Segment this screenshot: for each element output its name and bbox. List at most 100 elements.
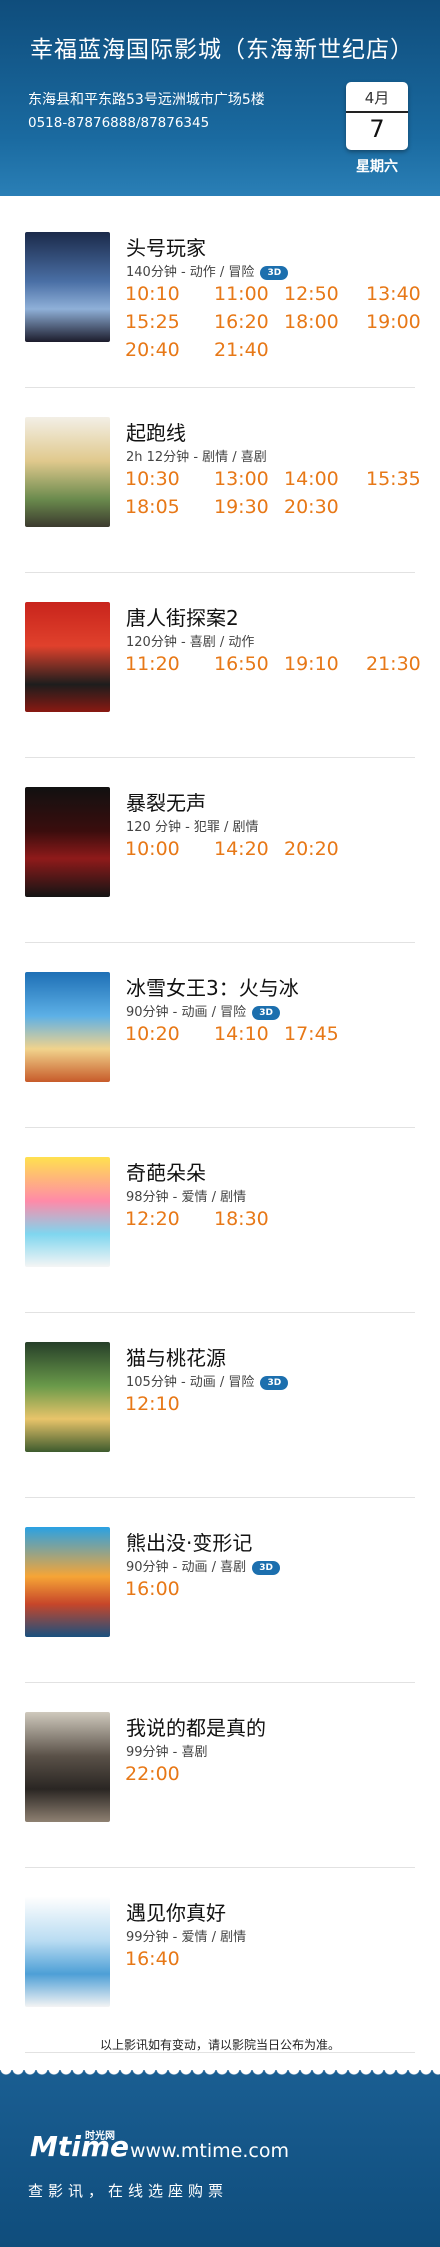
movie-title[interactable]: 遇见你真好 [126, 1897, 226, 1926]
movie-title[interactable]: 熊出没·变形记 [126, 1527, 252, 1556]
showtime[interactable]: 11:20 [125, 653, 180, 675]
showtime[interactable]: 22:00 [125, 1763, 180, 1785]
showtime[interactable]: 10:20 [125, 1023, 180, 1045]
showtime[interactable]: 11:00 [214, 283, 269, 305]
movie-title[interactable]: 猫与桃花源 [126, 1342, 226, 1371]
movie-meta-text: 140分钟 - 动作 / 冒险 [126, 265, 255, 280]
showtime[interactable]: 20:40 [125, 339, 180, 361]
movie-meta-text: 105分钟 - 动画 / 冒险 [126, 1375, 255, 1390]
movie-poster[interactable] [25, 1157, 110, 1267]
movie-item[interactable]: 猫与桃花源 105分钟 - 动画 / 冒险 3D 12:10 [0, 1342, 440, 1527]
showtime[interactable]: 19:00 [366, 311, 421, 333]
movie-meta-text: 99分钟 - 喜剧 [126, 1745, 208, 1760]
ticket-edge-bottom [0, 2069, 440, 2081]
header: 幸福蓝海国际影城（东海新世纪店） 东海县和平东路53号远洲城市广场5楼 0518… [0, 0, 440, 202]
footer-slogan: 查影讯，在线选座购票 [28, 2182, 229, 2200]
movie-poster[interactable] [25, 417, 110, 527]
showtime[interactable]: 12:20 [125, 1208, 180, 1230]
movie-item[interactable]: 熊出没·变形记 90分钟 - 动画 / 喜剧 3D 16:00 [0, 1527, 440, 1712]
movie-poster[interactable] [25, 1527, 110, 1637]
showtime[interactable]: 16:20 [214, 311, 269, 333]
movie-title[interactable]: 奇葩朵朵 [126, 1157, 206, 1186]
badge-3d-icon: 3D [260, 1375, 289, 1390]
movie-meta-text: 90分钟 - 动画 / 冒险 [126, 1005, 247, 1020]
movie-meta: 90分钟 - 动画 / 喜剧 3D [126, 1556, 281, 1575]
movie-item[interactable]: 遇见你真好 99分钟 - 爱情 / 剧情 16:40 [0, 1897, 440, 2082]
movie-title[interactable]: 唐人街探案2 [126, 602, 239, 631]
movie-item[interactable]: 唐人街探案2 120分钟 - 喜剧 / 动作 11:20 16:50 19:10 21:3… [0, 602, 440, 787]
movie-item[interactable]: 头号玩家 140分钟 - 动作 / 冒险 3D 10:10 11:00 12:50 13:4… [0, 232, 440, 417]
showtime[interactable]: 21:40 [214, 339, 269, 361]
movie-poster[interactable] [25, 232, 110, 342]
movie-title[interactable]: 暴裂无声 [126, 787, 206, 816]
movie-meta: 120分钟 - 喜剧 / 动作 [126, 631, 254, 650]
divider [25, 1867, 415, 1868]
showtime[interactable]: 18:05 [125, 496, 180, 518]
movie-poster[interactable] [25, 972, 110, 1082]
movie-poster[interactable] [25, 1897, 110, 2007]
showtime[interactable]: 12:50 [284, 283, 339, 305]
showtime[interactable]: 18:30 [214, 1208, 269, 1230]
showtime[interactable]: 15:35 [366, 468, 421, 490]
badge-3d-icon: 3D [252, 1560, 281, 1575]
showtime[interactable]: 19:10 [284, 653, 339, 675]
movie-meta-text: 99分钟 - 爱情 / 剧情 [126, 1930, 247, 1945]
showtime[interactable]: 21:30 [366, 653, 421, 675]
movie-meta-text: 120分钟 - 喜剧 / 动作 [126, 635, 255, 650]
badge-3d-icon: 3D [260, 265, 289, 280]
movie-title[interactable]: 冰雪女王3：火与冰 [126, 972, 299, 1001]
movie-meta-text: 98分钟 - 爱情 / 剧情 [126, 1190, 247, 1205]
badge-3d-icon: 3D [252, 1005, 281, 1020]
showtime[interactable]: 17:45 [284, 1023, 339, 1045]
ticket-edge-top [0, 190, 440, 202]
divider [25, 942, 415, 943]
footer: Mtime 时光网 www.mtime.com 查影讯，在线选座购票 [0, 2069, 440, 2247]
movie-item[interactable]: 冰雪女王3：火与冰 90分钟 - 动画 / 冒险 3D 10:20 14:10 17:45 [0, 972, 440, 1157]
logo-cn-text: 时光网 [85, 2131, 115, 2142]
date-month: 4月 [364, 89, 390, 107]
movie-item[interactable]: 暴裂无声 120 分钟 - 犯罪 / 剧情 10:00 14:20 20:20 [0, 787, 440, 972]
showtime[interactable]: 10:00 [125, 838, 180, 860]
showtime[interactable]: 20:30 [284, 496, 339, 518]
showtime[interactable]: 16:40 [125, 1948, 180, 1970]
showtime[interactable]: 13:40 [366, 283, 421, 305]
showtime[interactable]: 19:30 [214, 496, 269, 518]
showtime[interactable]: 13:00 [214, 468, 269, 490]
movie-item[interactable]: 我说的都是真的 99分钟 - 喜剧 22:00 [0, 1712, 440, 1897]
movie-title[interactable]: 头号玩家 [126, 232, 206, 261]
movie-poster[interactable] [25, 787, 110, 897]
site-url[interactable]: www.mtime.com [130, 2140, 289, 2162]
movie-meta-text: 120 分钟 - 犯罪 / 剧情 [126, 820, 259, 835]
movie-poster[interactable] [25, 602, 110, 712]
divider [25, 757, 415, 758]
movie-item[interactable]: 起跑线 2h 12分钟 - 剧情 / 喜剧 10:30 13:00 14:00 15:35… [0, 417, 440, 602]
showtime[interactable]: 10:30 [125, 468, 180, 490]
showtime[interactable]: 18:00 [284, 311, 339, 333]
showtime[interactable]: 14:00 [284, 468, 339, 490]
showtime[interactable]: 20:20 [284, 838, 339, 860]
date-day: 7 [369, 115, 385, 143]
movie-meta: 2h 12分钟 - 剧情 / 喜剧 [126, 446, 267, 465]
movie-meta: 90分钟 - 动画 / 冒险 3D [126, 1001, 281, 1020]
movie-meta: 140分钟 - 动作 / 冒险 3D [126, 261, 289, 280]
movie-meta: 99分钟 - 喜剧 [126, 1741, 208, 1760]
cinema-phone: 0518-87876888/87876345 [28, 115, 210, 131]
movie-item[interactable]: 奇葩朵朵 98分钟 - 爱情 / 剧情 12:20 18:30 [0, 1157, 440, 1342]
showtime[interactable]: 10:10 [125, 283, 180, 305]
movie-poster[interactable] [25, 1712, 110, 1822]
showtime[interactable]: 15:25 [125, 311, 180, 333]
cinema-name: 幸福蓝海国际影城（东海新世纪店） [30, 37, 414, 63]
showtime[interactable]: 14:20 [214, 838, 269, 860]
showtime[interactable]: 16:50 [214, 653, 269, 675]
showtime[interactable]: 16:00 [125, 1578, 180, 1600]
movie-title[interactable]: 起跑线 [126, 417, 186, 446]
movie-title[interactable]: 我说的都是真的 [126, 1712, 266, 1741]
movie-meta: 98分钟 - 爱情 / 剧情 [126, 1186, 246, 1205]
showtime[interactable]: 14:10 [214, 1023, 269, 1045]
calendar-divider [346, 111, 408, 113]
divider [25, 1127, 415, 1128]
showtime[interactable]: 12:10 [125, 1393, 180, 1415]
movie-poster[interactable] [25, 1342, 110, 1452]
movie-meta: 105分钟 - 动画 / 冒险 3D [126, 1371, 289, 1390]
movie-meta-text: 90分钟 - 动画 / 喜剧 [126, 1560, 247, 1575]
